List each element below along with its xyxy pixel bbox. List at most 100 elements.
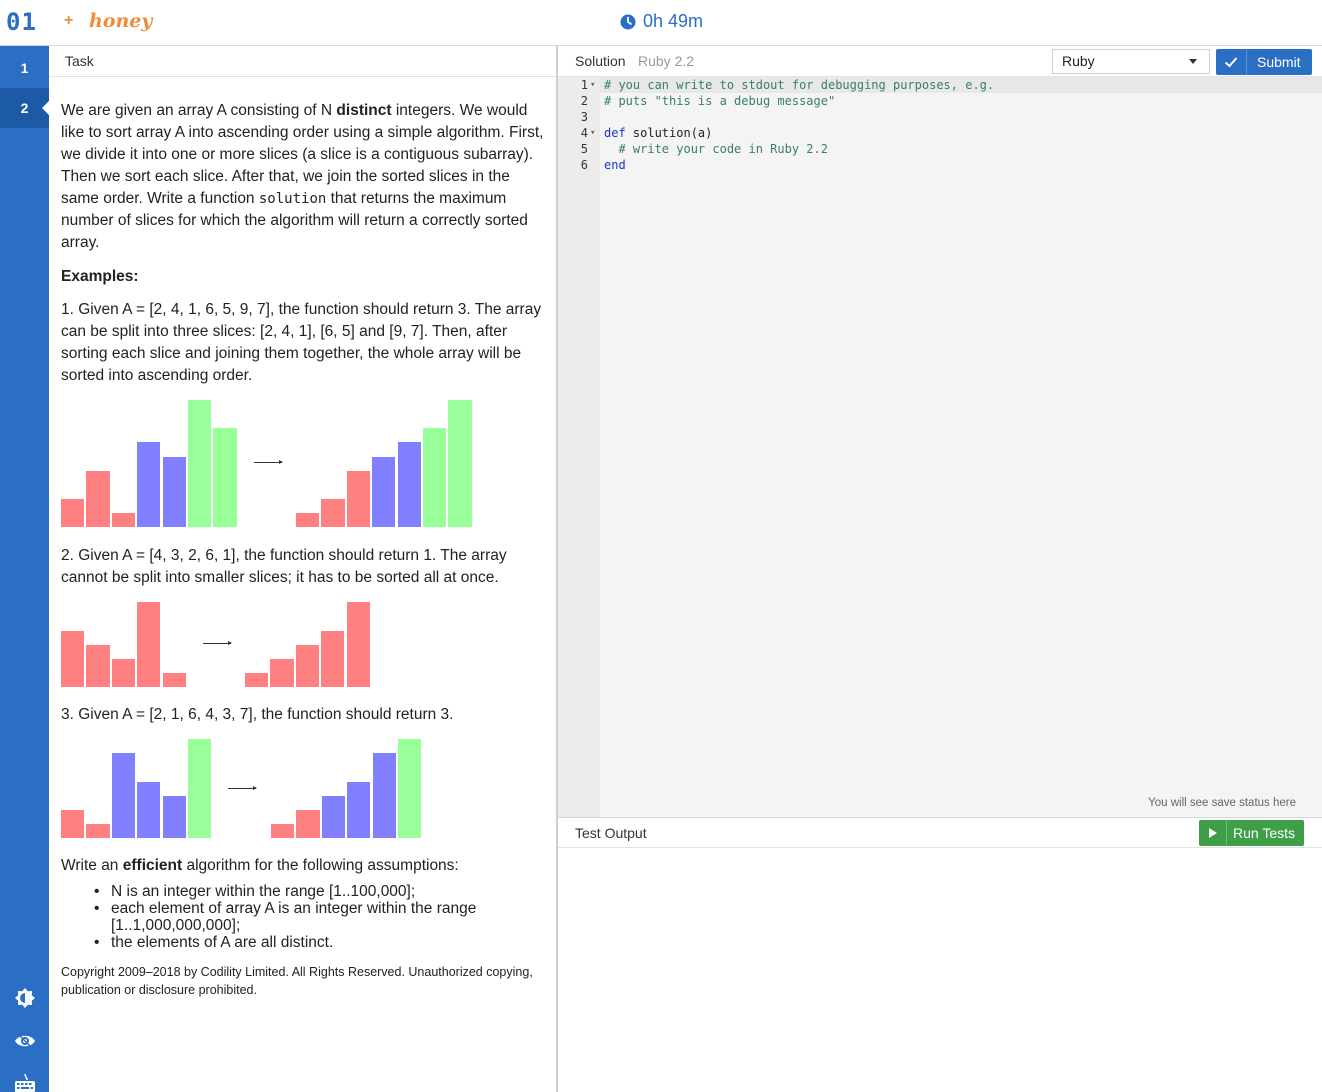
brightness-icon[interactable] [14,987,36,1009]
array-bar [346,602,370,687]
task-description: We are given an array A consisting of N … [61,100,545,999]
array-bar [321,498,345,527]
array-bar [295,644,320,687]
function-name: solution [258,191,327,207]
code-token: # write your code in Ruby 2.2 [604,142,828,156]
intro-text: We are given an array A consisting of N [61,102,337,119]
assumption-item: the elements of A are all distinct. [94,934,545,951]
array-bar [86,823,110,838]
array-bar [188,400,212,527]
chevron-down-icon [1189,59,1197,64]
example-1: 1. Given A = [2, 4, 1, 6, 5, 9, 7], the … [61,301,542,384]
array-bar [137,602,161,687]
array-bar [296,809,320,838]
array-bar [398,739,422,838]
array-bar [162,672,186,687]
language-select-value: Ruby [1062,53,1095,69]
array-bar [423,428,447,527]
array-bar [372,456,396,527]
clock-icon [620,14,636,29]
code-text: # puts "this is a debug message" [604,93,835,109]
fold-arrow-icon[interactable]: ▾ [590,77,595,93]
test-output-title: Test Output [575,825,647,841]
example-2: 2. Given A = [4, 3, 2, 6, 1], the functi… [61,547,507,586]
example-3: 3. Given A = [2, 1, 6, 4, 3, 7], the fun… [61,706,454,723]
array-bar [111,753,136,838]
array-bar [296,512,320,527]
arrow-icon [254,460,283,464]
example-2-figure [61,601,545,687]
array-bar [86,470,110,527]
array-bar [86,644,110,687]
top-bar: 01 + honey 0h 49m [0,0,1322,46]
code-text: # write your code in Ruby 2.2 [604,141,828,157]
example-3-figure [61,738,545,838]
efficient-bold: efficient [122,857,183,874]
submit-label: Submit [1257,54,1301,70]
task-header: Task [49,46,556,77]
codility-logo[interactable]: 01 [6,8,37,36]
language-version: Ruby 2.2 [638,53,695,69]
array-bar [162,795,186,838]
array-bar [162,456,186,527]
timer: 0h 49m [620,11,703,32]
task-nav-1[interactable]: 1 [0,48,49,88]
line-number: 2 [580,94,588,108]
save-status: You will see save status here [1148,797,1296,809]
code-token: def [604,126,626,140]
line-gutter [558,77,600,817]
code-text: # you can write to stdout for debugging … [604,77,994,93]
task-nav-2[interactable]: 2 [0,88,49,128]
eye-icon[interactable] [14,1030,36,1052]
line-number: 5 [580,142,588,156]
line-number: 3 [580,110,588,124]
line-number: 4 [580,126,588,140]
array-bar [397,442,421,527]
test-output-panel: Test Output Run Tests [558,817,1322,1092]
solution-title: Solution [575,53,626,69]
code-token: end [604,158,626,172]
language-select[interactable]: Ruby [1052,49,1210,74]
array-bar [137,781,161,838]
array-bar [347,781,371,838]
solution-panel: Solution Ruby 2.2 Ruby Submit 1 ▾ # you ca… [558,46,1322,817]
fold-arrow-icon[interactable]: ▾ [590,125,595,141]
task-nav-label: 1 [20,60,29,76]
active-notch [42,101,49,115]
array-bar [270,658,294,687]
array-bar [213,428,237,527]
assumption-item: N is an integer within the range [1..100… [94,883,545,900]
run-tests-button[interactable]: Run Tests [1199,820,1304,846]
assumptions-list: N is an integer within the range [1..100… [94,883,545,951]
submit-button[interactable]: Submit [1216,49,1312,75]
efficient-text: Write an [61,857,123,874]
task-intro: We are given an array A consisting of N … [61,100,545,254]
example-1-figure [61,399,545,527]
task-header-label: Task [65,53,94,69]
array-bar [321,795,346,838]
array-bar [271,823,295,838]
task-nav-label: 2 [20,100,29,116]
run-tests-label: Run Tests [1233,825,1295,841]
button-divider [1226,820,1227,846]
array-bar [245,672,269,687]
examples-heading: Examples: [61,268,139,285]
array-bar [346,470,371,527]
efficient-text: algorithm for the following assumptions: [182,857,459,874]
code-text: end [604,157,626,173]
line-number: 6 [580,158,588,172]
keyboard-icon[interactable] [14,1072,36,1092]
array-bar [188,739,212,838]
button-divider [1246,49,1247,75]
play-icon [1209,828,1217,838]
array-bar [111,512,136,527]
copyright: Copyright 2009–2018 by Codility Limited.… [61,965,533,997]
line-number: 1 [580,78,588,92]
task-panel: Task We are given an array A consisting … [49,46,558,1092]
arrow-icon [203,641,232,645]
code-text: def solution(a) [604,125,712,141]
array-bar [137,442,161,527]
code-editor[interactable]: 1 ▾ # you can write to stdout for debuggin… [558,77,1322,817]
array-bar [61,498,85,527]
partner-logo: honey [89,10,153,32]
